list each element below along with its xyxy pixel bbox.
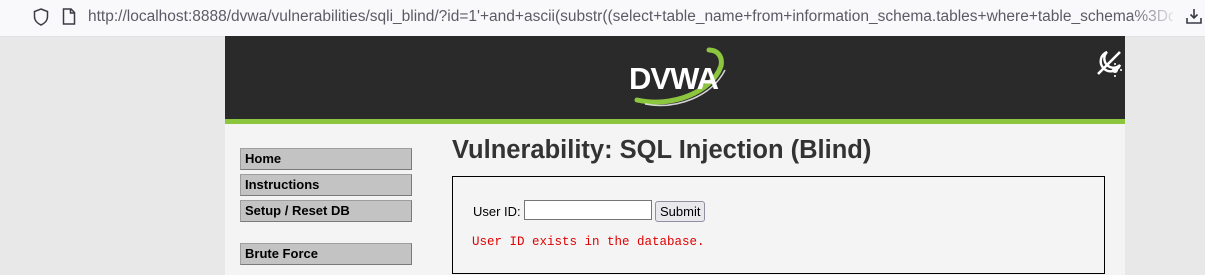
dvwa-page: DVWA Home Instructions Setup / Reset DB …: [225, 36, 1125, 275]
browser-address-bar[interactable]: http://localhost:8888/dvwa/vulnerabiliti…: [0, 0, 1205, 37]
page-title: Vulnerability: SQL Injection (Blind): [452, 136, 872, 164]
result-message: User ID exists in the database.: [472, 235, 705, 249]
page-icon[interactable]: [62, 8, 76, 25]
theme-toggle-icon[interactable]: [1094, 48, 1124, 78]
menu-item-home[interactable]: Home: [240, 148, 412, 170]
download-icon[interactable]: [1185, 7, 1203, 25]
submit-button[interactable]: Submit: [655, 201, 706, 222]
url-fade: [1130, 4, 1180, 32]
dvwa-logo: DVWA: [629, 47, 726, 107]
menu-item-setup-reset-db[interactable]: Setup / Reset DB: [240, 200, 412, 222]
page-header: DVWA: [225, 36, 1125, 124]
url-host: http://localhost: [88, 8, 188, 25]
logo-text: DVWA: [629, 61, 719, 96]
user-id-label: User ID:: [473, 204, 521, 219]
url-path: :8888/dvwa/vulnerabilities/sqli_blind/?i…: [187, 8, 1173, 25]
menu-item-instructions[interactable]: Instructions: [240, 174, 412, 196]
menu-item-brute-force[interactable]: Brute Force: [240, 243, 412, 265]
user-id-input[interactable]: [524, 200, 652, 220]
shield-icon[interactable]: [33, 8, 49, 26]
url-text[interactable]: http://localhost:8888/dvwa/vulnerabiliti…: [88, 7, 1173, 27]
vulnerability-box: User ID: Submit User ID exists in the da…: [452, 176, 1105, 274]
